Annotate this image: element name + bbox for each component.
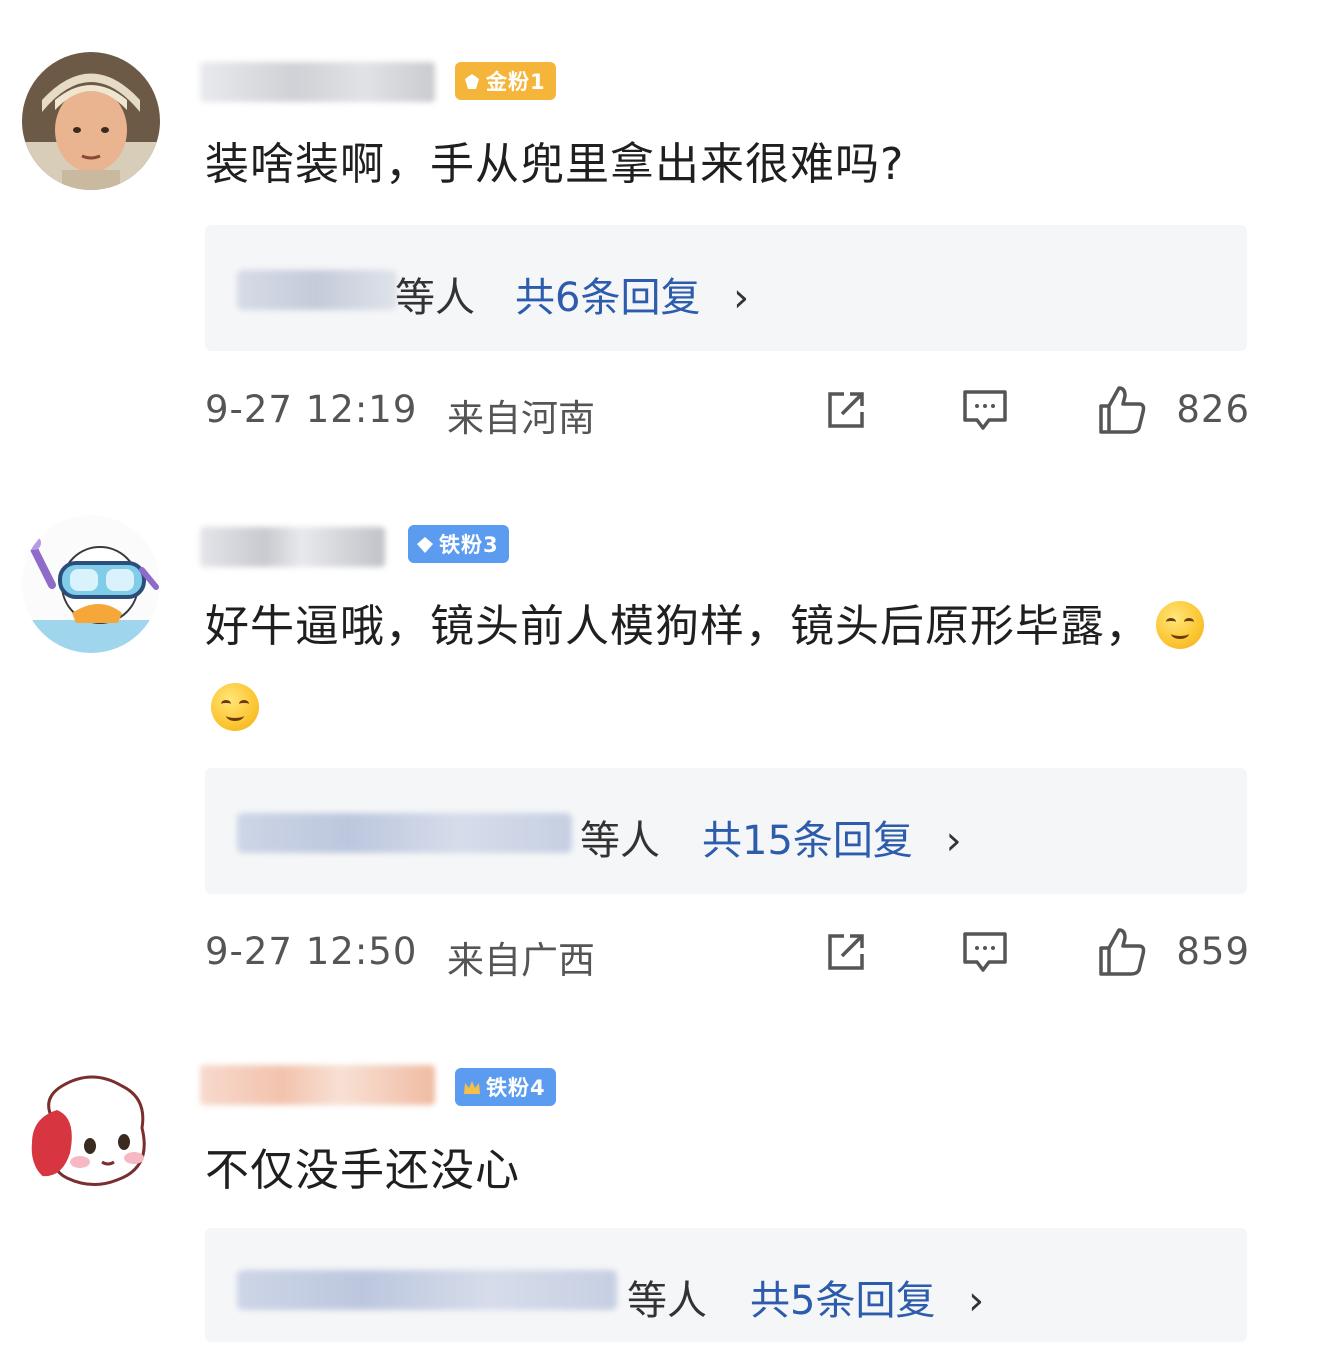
- comment-meta: 9-27 12:19 来自河南 826: [205, 380, 1250, 440]
- fan-badge[interactable]: 铁粉4: [455, 1068, 556, 1106]
- reply-usernames-blurred: [237, 270, 397, 310]
- chevron-right-icon: ›: [733, 275, 750, 321]
- thumbs-up-icon[interactable]: [1095, 384, 1147, 436]
- badge-gem-icon: [463, 72, 481, 90]
- like-count: 826: [1176, 388, 1250, 431]
- comment-text: 不仅没手还没心: [205, 1145, 520, 1196]
- chevron-right-icon: ›: [945, 818, 962, 864]
- avatar-photo: [22, 52, 160, 190]
- comment-time: 9-27 12:19: [205, 388, 418, 431]
- avatar[interactable]: [22, 515, 160, 653]
- comment-time: 9-27 12:50: [205, 930, 418, 973]
- avatar-cartoon-diver: [22, 515, 160, 653]
- share-icon[interactable]: [820, 926, 872, 978]
- comment-icon[interactable]: [959, 926, 1011, 978]
- reply-total-link[interactable]: 共6条回复 ›: [515, 265, 749, 323]
- avatar-cartoon-bun: [22, 1058, 160, 1196]
- reply-total-link[interactable]: 共5条回复 ›: [750, 1268, 984, 1326]
- avatar[interactable]: [22, 1058, 160, 1196]
- badge-label: 铁粉4: [486, 1076, 546, 1100]
- comment-text: 好牛逼哦，镜头前人模狗样，镜头后原形毕露，: [205, 586, 1248, 750]
- avatar[interactable]: [22, 52, 160, 190]
- comment-meta: 9-27 12:50 来自广西 859: [205, 922, 1250, 982]
- reply-usernames-blurred: [237, 813, 572, 853]
- badge-diamond-icon: [416, 535, 434, 553]
- reply-total-link[interactable]: 共15条回复 ›: [702, 808, 962, 866]
- like-count: 859: [1176, 930, 1250, 973]
- fan-badge[interactable]: 铁粉3: [408, 525, 509, 563]
- thumbs-up-icon[interactable]: [1095, 926, 1147, 978]
- reply-etc-label: 等人: [395, 275, 475, 321]
- reply-usernames-blurred: [237, 1270, 617, 1310]
- smile-emoji-icon: [211, 683, 259, 731]
- comment-list: 金粉1 装啥装啊，手从兜里拿出来很难吗? 等人 共6条回复 › 9-27 12:…: [0, 0, 1328, 1350]
- comment-location: 来自河南: [447, 397, 595, 440]
- reply-preview[interactable]: 等人 共15条回复 ›: [205, 768, 1247, 894]
- fan-badge[interactable]: 金粉1: [455, 62, 556, 100]
- reply-etc-label: 等人: [580, 818, 660, 864]
- comment-icon[interactable]: [959, 384, 1011, 436]
- reply-etc-label: 等人: [627, 1278, 707, 1324]
- chevron-right-icon: ›: [968, 1278, 985, 1324]
- comment-text: 装啥装啊，手从兜里拿出来很难吗?: [205, 139, 905, 190]
- badge-label: 铁粉3: [439, 533, 499, 557]
- username-blurred[interactable]: [200, 1065, 435, 1105]
- badge-label: 金粉1: [486, 70, 546, 94]
- reply-preview[interactable]: 等人 共6条回复 ›: [205, 225, 1247, 351]
- reply-preview[interactable]: 等人 共5条回复 ›: [205, 1228, 1247, 1342]
- share-icon[interactable]: [820, 384, 872, 436]
- username-blurred[interactable]: [200, 527, 385, 567]
- smile-emoji-icon: [1156, 601, 1204, 649]
- username-blurred[interactable]: [200, 62, 435, 102]
- comment-location: 来自广西: [447, 939, 595, 982]
- badge-crown-icon: [463, 1078, 481, 1096]
